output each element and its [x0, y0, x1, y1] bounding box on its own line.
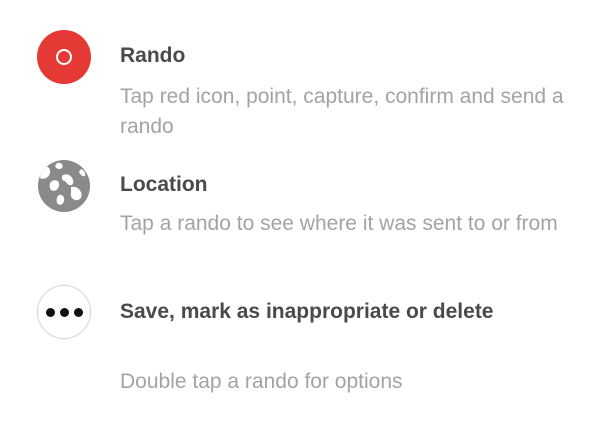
item-description: Double tap a rando for options — [120, 370, 403, 393]
item-title: Location — [120, 173, 208, 196]
record-circle-icon — [37, 30, 91, 84]
more-dots-icon — [37, 285, 91, 339]
item-title: Save, mark as inappropriate or delete — [120, 300, 494, 323]
item-title: Rando — [120, 44, 186, 67]
item-description: Tap red icon, point, capture, confirm an… — [120, 85, 564, 138]
globe-icon — [37, 159, 91, 213]
item-description: Tap a rando to see where it was sent to … — [120, 212, 558, 235]
